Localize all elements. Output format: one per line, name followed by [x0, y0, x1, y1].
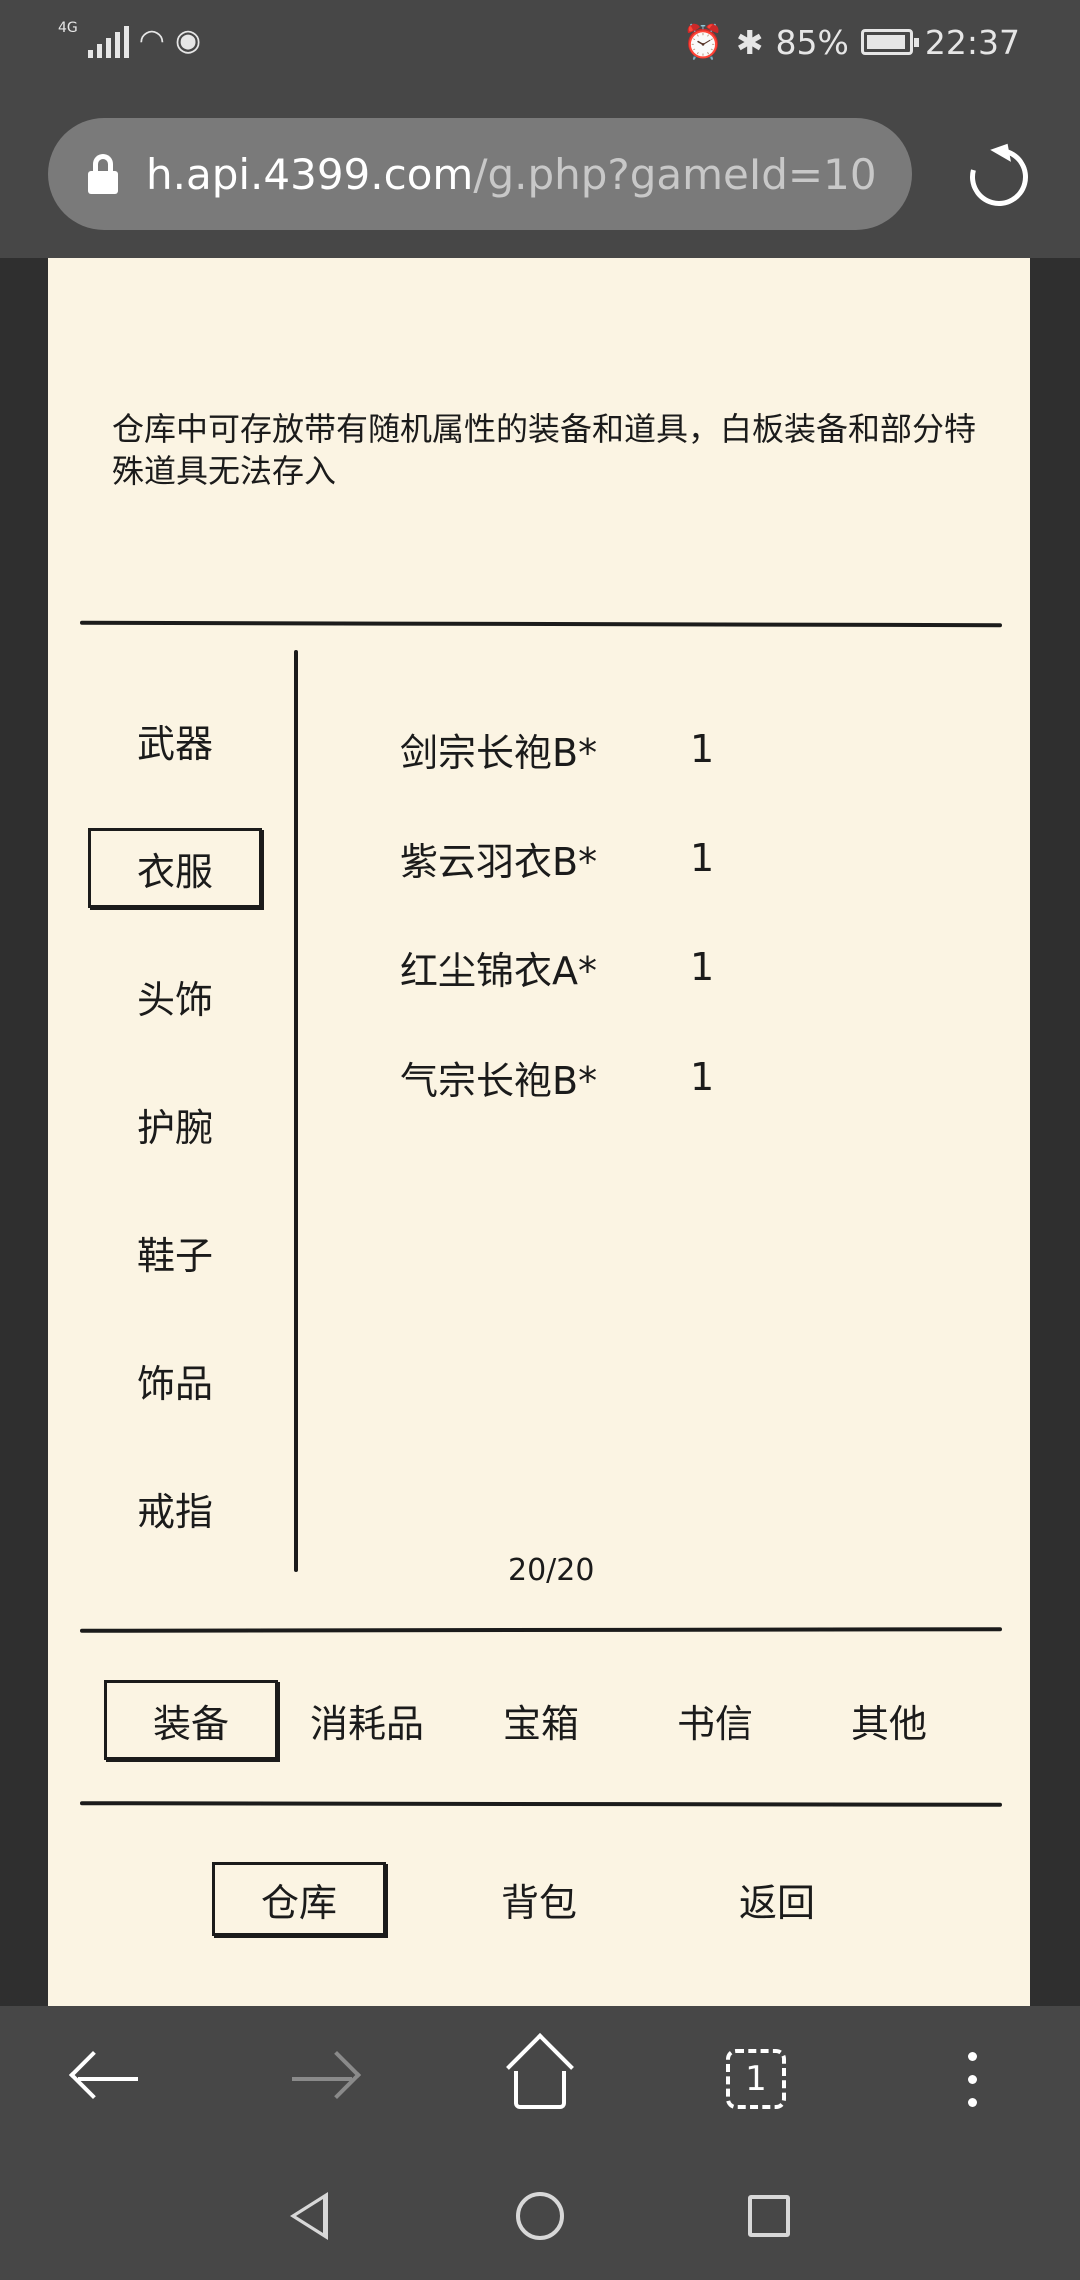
category-bracer[interactable]: 护腕 — [88, 1084, 262, 1164]
category-ring[interactable]: 戒指 — [88, 1468, 262, 1548]
more-vert-icon — [967, 2051, 977, 2107]
item-row[interactable]: 红尘锦衣A* 1 — [400, 932, 750, 1002]
backpack-button[interactable]: 背包 — [452, 1862, 626, 1936]
item-name: 剑宗长袍B* — [400, 730, 598, 775]
home-icon — [506, 2033, 574, 2109]
warehouse-notice: 仓库中可存放带有随机属性的装备和道具，白板装备和部分特殊道具无法存入 — [112, 410, 977, 490]
back-arrow-icon — [78, 2077, 138, 2081]
tab-equipment[interactable]: 装备 — [104, 1680, 278, 1760]
system-back-button[interactable] — [254, 2152, 364, 2280]
tab-consumables[interactable]: 消耗品 — [280, 1680, 454, 1760]
battery-percent: 85% — [775, 22, 849, 62]
reload-icon[interactable] — [959, 137, 1039, 217]
category-shoes[interactable]: 鞋子 — [88, 1212, 262, 1292]
divider-vertical — [294, 650, 298, 1572]
category-headwear[interactable]: 头饰 — [88, 956, 262, 1036]
tabs-button[interactable]: 1 — [696, 2006, 816, 2152]
item-name: 红尘锦衣A* — [400, 948, 597, 993]
category-clothes[interactable]: 衣服 — [88, 828, 262, 908]
battery-icon — [860, 29, 919, 55]
system-recents-button[interactable] — [714, 2152, 824, 2280]
signal-icon — [87, 22, 129, 58]
divider-bottom — [79, 1801, 1003, 1807]
home-circle-icon — [516, 2192, 564, 2240]
eye-icon: ◉ — [174, 23, 202, 58]
return-button[interactable]: 返回 — [690, 1862, 864, 1936]
tab-chests[interactable]: 宝箱 — [454, 1680, 628, 1760]
warehouse-page: 仓库中可存放带有随机属性的装备和道具，白板装备和部分特殊道具无法存入 武器 衣服… — [48, 258, 1030, 2006]
browser-navigation: 1 — [0, 2006, 1080, 2152]
clock: 22:37 — [924, 22, 1020, 62]
wifi-icon: ◠ — [138, 23, 165, 58]
item-qty: 1 — [690, 945, 715, 989]
item-row[interactable]: 剑宗长袍B* 1 — [400, 714, 750, 784]
divider-top — [79, 620, 1003, 628]
alarm-icon: ⏰ — [682, 22, 724, 61]
item-row[interactable]: 气宗长袍B* 1 — [400, 1042, 750, 1112]
item-qty: 1 — [690, 727, 715, 771]
forward-arrow-icon — [292, 2077, 352, 2081]
item-qty: 1 — [690, 836, 715, 880]
warehouse-button[interactable]: 仓库 — [212, 1862, 386, 1936]
home-button[interactable] — [480, 2006, 600, 2152]
address-bar[interactable]: h.api.4399.com/g.php?gameId=10 — [48, 118, 912, 230]
browser-toolbar: h.api.4399.com/g.php?gameId=10 — [0, 92, 1080, 258]
divider-middle — [79, 1627, 1003, 1633]
lock-icon — [88, 154, 118, 194]
bluetooth-icon: ✱ — [735, 22, 764, 62]
url-text: h.api.4399.com/g.php?gameId=10 — [146, 150, 877, 199]
system-navigation — [0, 2152, 1080, 2280]
item-qty: 1 — [690, 1055, 715, 1099]
forward-button[interactable] — [262, 2006, 382, 2152]
capacity-count: 20/20 — [508, 1553, 595, 1588]
tabs-icon: 1 — [726, 2049, 786, 2109]
menu-button[interactable] — [912, 2006, 1032, 2152]
url-host: h.api.4399.com — [146, 149, 474, 199]
category-weapon[interactable]: 武器 — [88, 700, 262, 780]
system-home-button[interactable] — [485, 2152, 595, 2280]
tab-other[interactable]: 其他 — [802, 1680, 976, 1760]
category-accessory[interactable]: 饰品 — [88, 1340, 262, 1420]
recents-square-icon — [748, 2195, 790, 2237]
network-type: 4G — [58, 20, 78, 36]
item-name: 气宗长袍B* — [400, 1058, 598, 1103]
tab-letters[interactable]: 书信 — [628, 1680, 802, 1760]
url-path: /g.php?gameId=10 — [473, 149, 877, 199]
back-button[interactable] — [48, 2006, 168, 2152]
status-bar: 4G ◠ ◉ ⏰ ✱ 85% 22:37 — [0, 0, 1080, 92]
item-row[interactable]: 紫云羽衣B* 1 — [400, 823, 750, 893]
item-name: 紫云羽衣B* — [400, 839, 598, 884]
back-triangle-icon — [290, 2192, 328, 2240]
